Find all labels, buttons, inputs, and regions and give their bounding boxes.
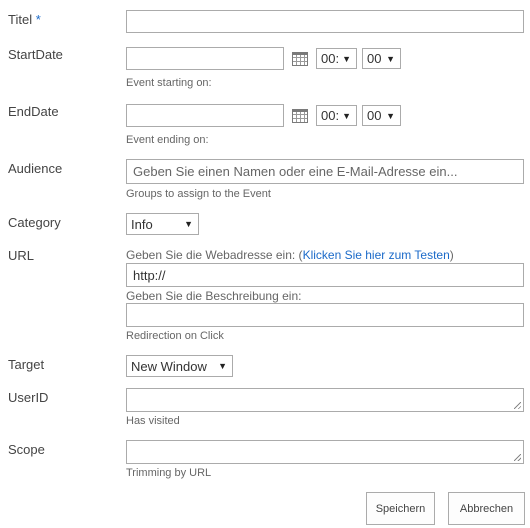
scope-hint: Trimming by URL [126,467,212,479]
calendar-icon[interactable] [292,52,308,66]
url-label: URL [8,248,35,263]
target-label: Target [8,357,45,372]
scope-textarea[interactable] [126,440,524,464]
url-address-prompt: Geben Sie die Webadresse ein: (Klicken S… [126,248,454,262]
startdate-label: StartDate [8,47,63,62]
audience-input[interactable]: Geben Sie einen Namen oder eine E-Mail-A… [126,159,524,184]
chevron-down-icon: ▼ [386,53,395,64]
save-button[interactable]: Speichern [366,492,435,525]
title-input[interactable] [126,10,524,33]
chevron-down-icon: ▼ [218,361,227,371]
userid-label: UserID [8,390,49,405]
start-minute-select[interactable]: 00 ▼ [362,48,401,69]
url-address-input[interactable]: http:// [126,263,524,287]
url-hint: Redirection on Click [126,330,224,342]
category-select[interactable]: Info ▼ [126,213,199,235]
cancel-button[interactable]: Abbrechen [448,492,525,525]
title-label: Titel * [8,12,41,27]
audience-label: Audience [8,161,63,176]
enddate-hint: Event ending on: [126,134,209,146]
startdate-input[interactable] [126,47,284,70]
url-description-prompt: Geben Sie die Beschreibung ein: [126,289,302,303]
url-description-input[interactable] [126,303,524,327]
enddate-label: EndDate [8,104,59,119]
chevron-down-icon: ▼ [342,110,351,121]
required-marker: * [35,12,41,27]
chevron-down-icon: ▼ [184,219,193,229]
userid-hint: Has visited [126,415,180,427]
end-minute-select[interactable]: 00 ▼ [362,105,401,126]
scope-label: Scope [8,442,45,457]
calendar-icon[interactable] [292,109,308,123]
chevron-down-icon: ▼ [386,110,395,121]
audience-hint: Groups to assign to the Event [126,188,271,200]
test-link[interactable]: Klicken Sie hier zum Testen [303,248,450,262]
enddate-input[interactable] [126,104,284,127]
category-label: Category [8,215,61,230]
target-select[interactable]: New Window ▼ [126,355,233,377]
startdate-hint: Event starting on: [126,77,212,89]
end-hour-select[interactable]: 00: ▼ [316,105,357,126]
userid-textarea[interactable] [126,388,524,412]
chevron-down-icon: ▼ [342,53,351,64]
start-hour-select[interactable]: 00: ▼ [316,48,357,69]
